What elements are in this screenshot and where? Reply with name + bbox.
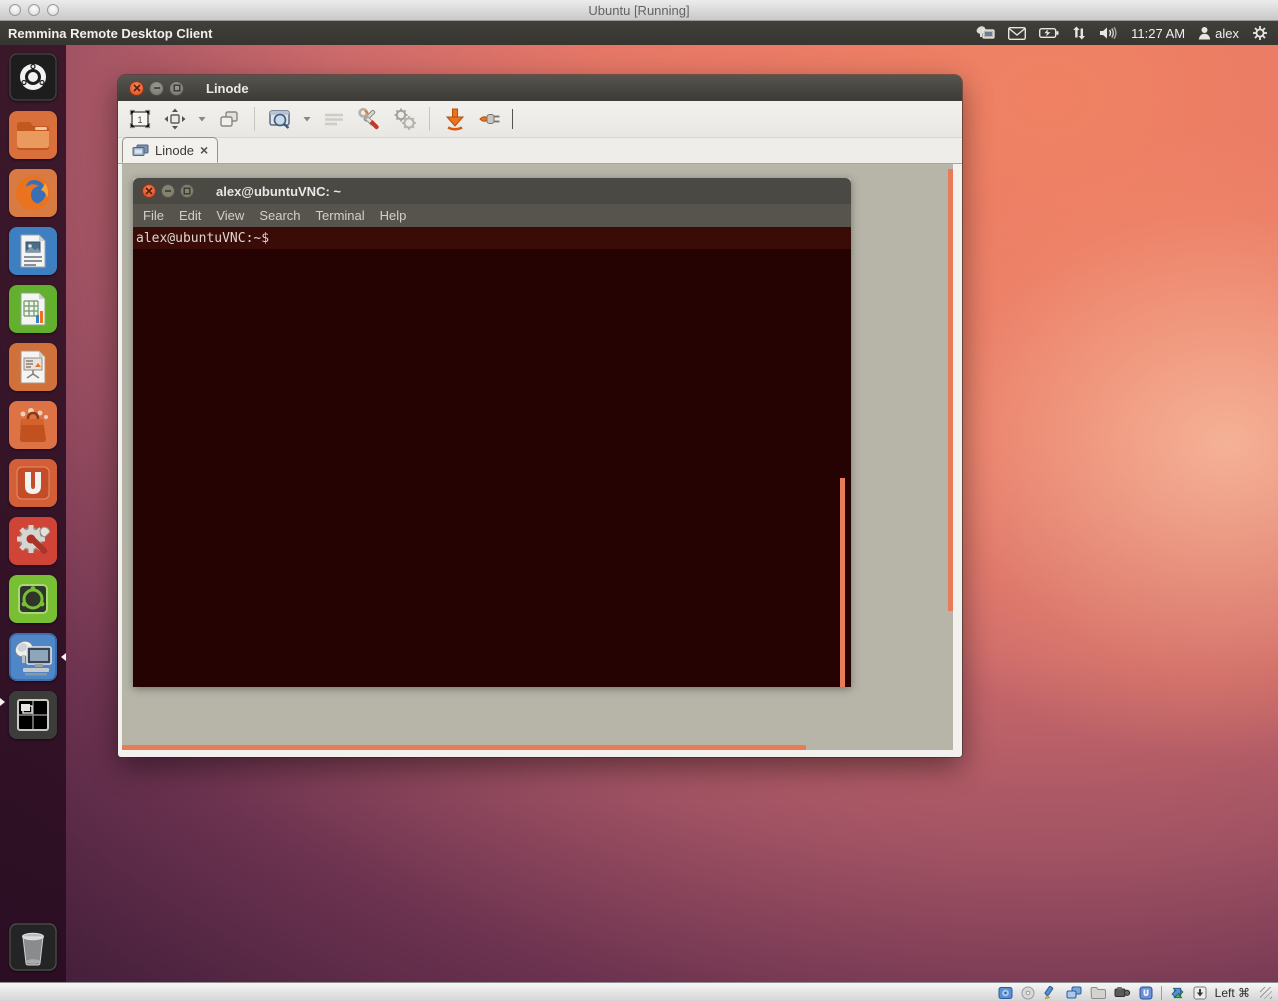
remmina-titlebar[interactable]: Linode xyxy=(118,75,962,101)
vnc-redraw-artifact-bottom xyxy=(122,745,806,750)
resize-grip[interactable] xyxy=(1260,987,1272,999)
battery-indicator-icon[interactable] xyxy=(1039,27,1059,39)
terminal-prompt-line: alex@ubuntuVNC:~$ xyxy=(133,227,851,249)
panel-app-title: Remmina Remote Desktop Client xyxy=(8,26,212,41)
virtualbox-statusbar: Left ⌘ xyxy=(0,982,1278,1002)
remote-desktop-indicator-icon[interactable] xyxy=(975,25,995,41)
statusbar-separator xyxy=(1161,986,1162,1000)
toolbar-text-cursor xyxy=(512,109,513,129)
user-name: alex xyxy=(1215,26,1239,41)
menu-terminal[interactable]: Terminal xyxy=(316,208,365,223)
fit-window-icon[interactable] xyxy=(162,106,188,132)
remmina-window: Linode 1 xyxy=(118,75,962,757)
svg-text:1: 1 xyxy=(137,115,142,125)
terminal-maximize-button[interactable] xyxy=(180,184,194,198)
remmina-tabbar: Linode × xyxy=(118,138,962,164)
clock[interactable]: 11:27 AM xyxy=(1131,26,1185,41)
launcher-item-firefox[interactable] xyxy=(9,169,57,217)
scaled-mode-options-caret[interactable] xyxy=(302,116,312,122)
menu-file[interactable]: File xyxy=(143,208,164,223)
plugin-gears-icon[interactable] xyxy=(391,106,417,132)
vnc-redraw-artifact-right-of-terminal xyxy=(840,478,845,687)
window-maximize-button[interactable] xyxy=(169,81,184,96)
host-key-indicator: Left ⌘ xyxy=(1215,986,1250,1000)
terminal-menubar: File Edit View Search Terminal Help xyxy=(133,204,851,227)
launcher-item-libreoffice-calc[interactable] xyxy=(9,285,57,333)
tools-icon[interactable] xyxy=(356,106,382,132)
remote-desktop-viewport[interactable]: alex@ubuntuVNC: ~ File Edit View Search … xyxy=(122,164,953,750)
launcher-item-libreoffice-writer[interactable] xyxy=(9,227,57,275)
mouse-integration-icon[interactable] xyxy=(1170,986,1185,1000)
remmina-window-title: Linode xyxy=(206,81,249,96)
menu-view[interactable]: View xyxy=(216,208,244,223)
launcher-item-ubuntu-software-center[interactable] xyxy=(9,401,57,449)
terminal-titlebar[interactable]: alex@ubuntuVNC: ~ xyxy=(133,178,851,204)
window-close-button[interactable] xyxy=(129,81,144,96)
user-icon xyxy=(1198,26,1211,40)
hard-disks-icon[interactable] xyxy=(998,986,1013,1000)
sync-indicator-icon[interactable] xyxy=(1072,26,1086,40)
usb-devices-icon[interactable] xyxy=(1139,986,1153,1000)
menu-search[interactable]: Search xyxy=(259,208,300,223)
window-minimize-button[interactable] xyxy=(149,81,164,96)
launcher-item-workspace-switcher[interactable] xyxy=(9,691,57,739)
tab-close-icon[interactable]: × xyxy=(200,143,208,157)
remmina-toolbar: 1 xyxy=(118,101,962,138)
launcher-item-system-settings[interactable] xyxy=(9,517,57,565)
menu-help[interactable]: Help xyxy=(380,208,407,223)
launcher-item-dash-home[interactable] xyxy=(9,53,57,101)
unity-launcher xyxy=(0,45,66,982)
mail-indicator-icon[interactable] xyxy=(1008,27,1026,40)
terminal-prompt: alex@ubuntuVNC:~$ xyxy=(133,231,269,246)
volume-indicator-icon[interactable] xyxy=(1099,26,1118,40)
launcher-item-home-folder[interactable] xyxy=(9,111,57,159)
terminal-minimize-button[interactable] xyxy=(161,184,175,198)
menu-edit[interactable]: Edit xyxy=(179,208,201,223)
network-adapters-icon[interactable] xyxy=(1066,986,1082,1000)
host-window-titlebar: Ubuntu [Running] xyxy=(0,0,1278,21)
ubuntu-top-panel: Remmina Remote Desktop Client xyxy=(0,21,1278,45)
remmina-focused-indicator-arrow xyxy=(61,653,66,661)
pen-input-icon[interactable] xyxy=(1043,986,1058,1000)
display-icon[interactable] xyxy=(1114,986,1131,999)
tab-linode[interactable]: Linode × xyxy=(122,137,218,163)
vnc-redraw-artifact-viewport-right xyxy=(948,169,953,611)
duplicate-connection-icon[interactable] xyxy=(216,106,242,132)
optical-drives-icon[interactable] xyxy=(1021,986,1035,1000)
remote-connection-icon xyxy=(132,144,149,157)
scaled-mode-icon[interactable] xyxy=(267,106,293,132)
terminal-body[interactable]: alex@ubuntuVNC:~$ xyxy=(133,227,851,687)
launcher-item-ubuntu-one[interactable] xyxy=(9,459,57,507)
remote-terminal-window: alex@ubuntuVNC: ~ File Edit View Search … xyxy=(133,178,851,687)
fullscreen-icon[interactable]: 1 xyxy=(127,106,153,132)
session-gear-icon[interactable] xyxy=(1252,25,1268,41)
launcher-item-libreoffice-impress[interactable] xyxy=(9,343,57,391)
terminal-close-button[interactable] xyxy=(142,184,156,198)
tab-label: Linode xyxy=(155,143,194,158)
grab-keyboard-icon[interactable] xyxy=(321,106,347,132)
launcher-item-ubuntu-tweak[interactable] xyxy=(9,575,57,623)
fit-window-options-caret[interactable] xyxy=(197,116,207,122)
host-window-title: Ubuntu [Running] xyxy=(0,0,1278,21)
auto-resize-guest-icon[interactable] xyxy=(1193,986,1207,1000)
shared-folders-icon[interactable] xyxy=(1090,986,1106,999)
indicator-tray: 11:27 AM alex xyxy=(975,25,1268,41)
minimize-to-tray-icon[interactable] xyxy=(442,106,468,132)
remmina-running-indicator-arrow xyxy=(0,698,5,706)
terminal-window-title: alex@ubuntuVNC: ~ xyxy=(216,184,341,199)
disconnect-plug-icon[interactable] xyxy=(477,106,503,132)
launcher-item-trash[interactable] xyxy=(9,923,57,971)
user-menu[interactable]: alex xyxy=(1198,26,1239,41)
launcher-item-remmina[interactable] xyxy=(9,633,57,681)
